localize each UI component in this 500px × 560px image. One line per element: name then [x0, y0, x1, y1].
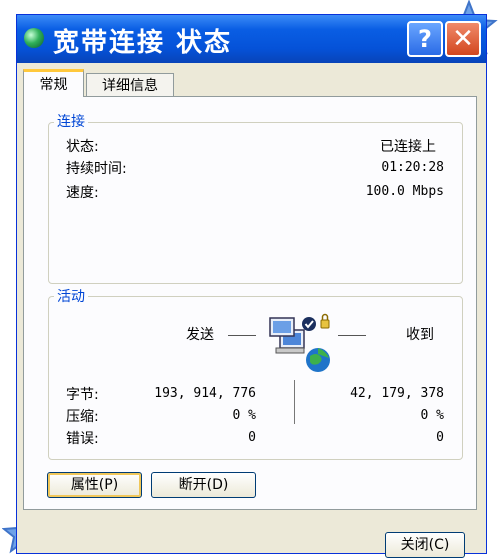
- bytes-label: 字节:: [66, 387, 99, 403]
- errors-sent-value: 0: [248, 430, 256, 445]
- bytes-received-value: 42, 179, 378: [350, 386, 444, 401]
- sent-connector-line: [228, 335, 256, 336]
- received-connector-line: [338, 335, 366, 336]
- duration-value: 01:20:28: [381, 160, 444, 175]
- errors-label: 错误:: [66, 431, 99, 447]
- title-bar: 宽带连接 状态 ? ✕: [17, 15, 486, 63]
- tab-general[interactable]: 常规: [23, 69, 84, 97]
- close-icon[interactable]: ✕: [445, 21, 481, 57]
- compression-received-value: 0 %: [420, 408, 444, 423]
- help-button[interactable]: ?: [407, 21, 443, 57]
- connection-globe-icon: [24, 28, 44, 48]
- speed-value: 100.0 Mbps: [365, 184, 444, 199]
- errors-received-value: 0: [436, 430, 444, 445]
- network-activity-icon: [269, 313, 330, 372]
- activity-group-header: 活动: [54, 286, 88, 306]
- window-title: 宽带连接 状态: [53, 28, 233, 58]
- properties-button[interactable]: 属性(P): [47, 472, 142, 498]
- activity-separator: [294, 380, 295, 424]
- speed-label: 速度:: [66, 185, 99, 201]
- disconnect-button[interactable]: 断开(D): [151, 472, 256, 498]
- compression-sent-value: 0 %: [232, 408, 256, 423]
- duration-label: 持续时间:: [66, 161, 127, 177]
- received-label: 收到: [406, 327, 434, 343]
- tab-details[interactable]: 详细信息: [86, 73, 174, 97]
- bytes-sent-value: 193, 914, 776: [154, 386, 256, 401]
- status-label: 状态:: [66, 139, 99, 155]
- compression-label: 压缩:: [66, 409, 99, 425]
- status-value: 已连接上: [380, 139, 436, 155]
- sent-label: 发送: [186, 327, 214, 343]
- connection-group-header: 连接: [54, 111, 88, 131]
- close-button[interactable]: 关闭(C): [385, 532, 465, 558]
